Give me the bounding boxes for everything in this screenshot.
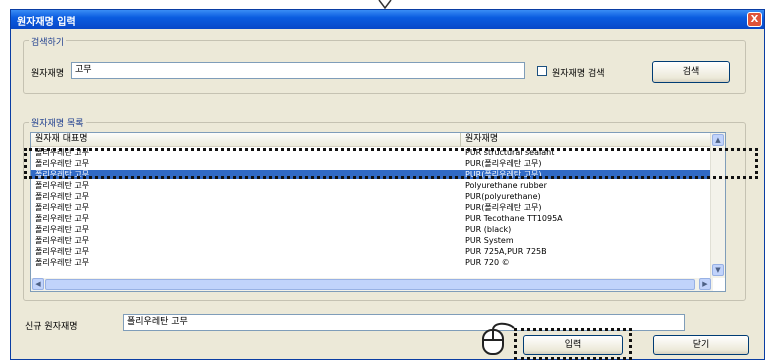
- list-row[interactable]: 폴리우레탄 고무 PUR (black): [31, 225, 711, 234]
- list-row[interactable]: 폴리우레탄 고무 PUR 725A,PUR 725B: [31, 247, 711, 256]
- row-representative-name: 폴리우레탄 고무: [35, 192, 90, 201]
- horizontal-scroll-thumb[interactable]: [45, 279, 695, 290]
- selected-row-highlight-box: [24, 148, 758, 179]
- scroll-right-icon[interactable]: ▶: [699, 278, 711, 290]
- name-search-checkbox[interactable]: [537, 66, 547, 76]
- checkbox-label: 원자재명 검색: [552, 69, 605, 79]
- row-material-name: PUR 720 ©: [465, 258, 510, 267]
- row-representative-name: 폴리우레탄 고무: [35, 214, 90, 223]
- row-representative-name: 폴리우레탄 고무: [35, 247, 90, 256]
- row-material-name: PUR 725A,PUR 725B: [465, 247, 547, 256]
- search-button[interactable]: 검색: [652, 61, 730, 83]
- row-representative-name: 폴리우레탄 고무: [35, 225, 90, 234]
- list-row[interactable]: 폴리우레탄 고무 PUR Tecothane TT1095A: [31, 214, 711, 223]
- list-row[interactable]: 폴리우레탄 고무 PUR(polyurethane): [31, 192, 711, 201]
- row-representative-name: 폴리우레탄 고무: [35, 236, 90, 245]
- scroll-down-icon[interactable]: ▼: [712, 264, 724, 276]
- input-button-highlight-box: [514, 328, 632, 360]
- scroll-up-icon[interactable]: ▲: [712, 134, 724, 146]
- row-representative-name: 폴리우레탄 고무: [35, 203, 90, 212]
- search-field-label: 원자재명: [31, 69, 65, 79]
- new-material-label: 신규 원자재명: [25, 322, 78, 332]
- close-icon[interactable]: X: [747, 12, 762, 27]
- title-bar: 원자재명 입력 X: [11, 10, 764, 29]
- scroll-left-icon[interactable]: ◀: [32, 278, 44, 290]
- dialog-title: 원자재명 입력: [17, 17, 76, 28]
- list-row[interactable]: 폴리우레탄 고무 PUR(폴리우레탄 고무): [31, 203, 711, 212]
- row-material-name: Polyurethane rubber: [465, 181, 547, 190]
- row-representative-name: 폴리우레탄 고무: [35, 181, 90, 190]
- row-material-name: PUR System: [465, 236, 514, 245]
- list-row[interactable]: 폴리우레탄 고무 PUR 720 ©: [31, 258, 711, 267]
- row-representative-name: 폴리우레탄 고무: [35, 258, 90, 267]
- row-material-name: PUR Tecothane TT1095A: [465, 214, 563, 223]
- list-row[interactable]: 폴리우레탄 고무 Polyurethane rubber: [31, 181, 711, 190]
- list-row[interactable]: 폴리우레탄 고무 PUR System: [31, 236, 711, 245]
- horizontal-scrollbar[interactable]: ◀ ▶: [31, 278, 713, 291]
- column-header-representative[interactable]: 원자재 대표명: [31, 133, 461, 147]
- list-group-label: 원자재명 목록: [29, 116, 86, 129]
- row-material-name: PUR (black): [465, 225, 512, 234]
- search-input[interactable]: 고무: [71, 62, 525, 79]
- close-button[interactable]: 닫기: [653, 335, 749, 355]
- mouse-icon: [482, 322, 515, 355]
- row-material-name: PUR(polyurethane): [465, 192, 541, 201]
- search-group-label: 검색하기: [29, 35, 67, 48]
- row-material-name: PUR(폴리우레탄 고무): [465, 203, 542, 212]
- column-header-material[interactable]: 원자재명: [461, 133, 713, 147]
- down-arrow-icon: [378, 0, 392, 9]
